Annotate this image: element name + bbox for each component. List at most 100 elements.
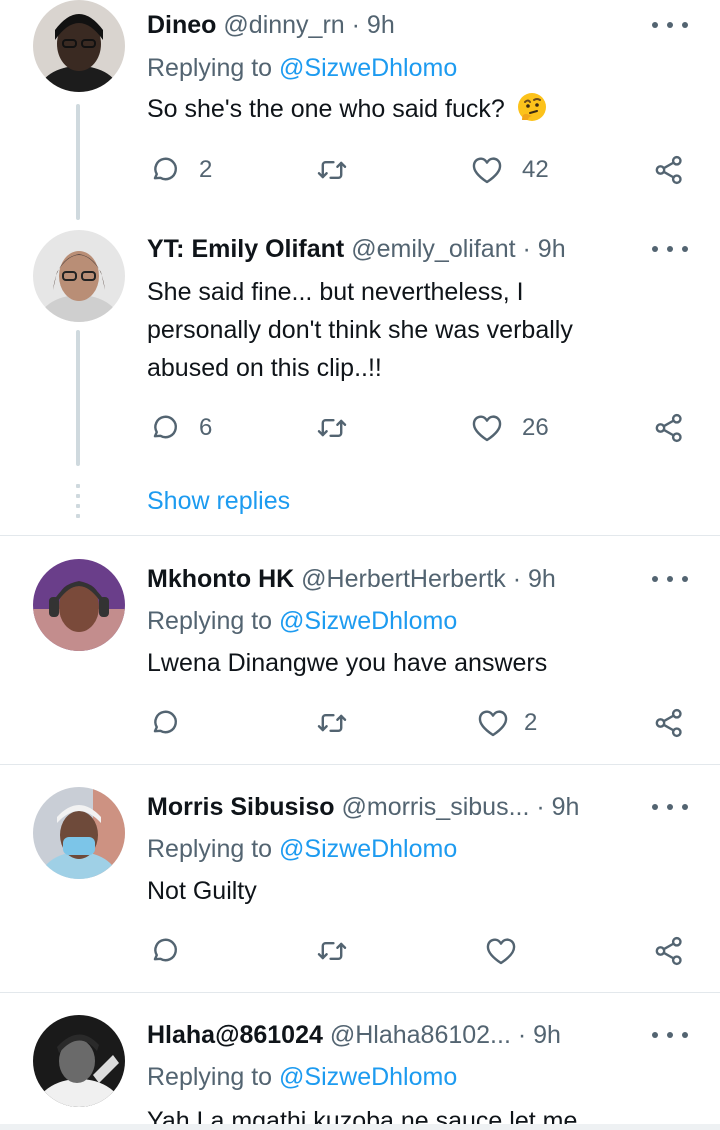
thread-line (76, 330, 80, 466)
timestamp[interactable]: 9h (367, 11, 395, 39)
timestamp[interactable]: 9h (533, 1021, 561, 1049)
mention-link[interactable]: @SizweDhlomo (279, 54, 457, 82)
tweet[interactable]: YT: Emily Olifant @emily_olifant · 9h Sh… (0, 225, 720, 533)
tweet-text-line: She said fine... but nevertheless, I (147, 278, 524, 306)
timestamp[interactable]: 9h (552, 793, 580, 821)
retweet-button[interactable] (315, 411, 349, 445)
reply-icon (147, 411, 181, 445)
tweet-header: YT: Emily Olifant @emily_olifant · 9h (147, 232, 610, 266)
reply-count: 2 (199, 156, 213, 183)
share-icon (652, 153, 686, 187)
replying-label: Replying to (147, 607, 273, 635)
heart-icon (476, 706, 510, 740)
user-handle[interactable]: @Hlaha86102... (330, 1021, 511, 1049)
tweet-text: So she's the one who said fuck? (147, 90, 667, 128)
replying-label: Replying to (147, 54, 273, 82)
tweet-text: She said fine... but nevertheless, I per… (147, 273, 667, 387)
tweet-text-line: personally don't think she was verbally (147, 316, 573, 344)
like-button[interactable]: 26 (470, 411, 549, 445)
thread-line (76, 104, 80, 220)
tweet-header: Morris Sibusiso @morris_sibus... · 9h (147, 790, 610, 824)
tweet-text: Not Guilty (147, 872, 667, 910)
tweet-text: Yah La mgathi kuzoba ne sauce let me (147, 1102, 667, 1124)
user-handle[interactable]: @dinny_rn (223, 11, 344, 39)
mention-link[interactable]: @SizweDhlomo (279, 607, 457, 635)
show-replies-link[interactable]: Show replies (147, 484, 290, 518)
tweet-text: Lwena Dinangwe you have answers (147, 644, 667, 682)
reply-icon (147, 706, 181, 740)
replying-to: Replying to @SizweDhlomo (147, 1060, 457, 1094)
replying-to: Replying to @SizweDhlomo (147, 604, 457, 638)
share-button[interactable] (652, 934, 686, 968)
more-icon[interactable] (652, 567, 688, 591)
retweet-button[interactable] (315, 153, 349, 187)
tweet-text-content: Lwena Dinangwe you have answers (147, 649, 548, 677)
separator: · (522, 235, 531, 263)
tweet-header: Mkhonto HK @HerbertHerbertk · 9h (147, 562, 610, 596)
display-name[interactable]: Mkhonto HK (147, 565, 294, 593)
user-handle[interactable]: @morris_sibus... (342, 793, 530, 821)
tweet-header: Hlaha@861024 @Hlaha86102... · 9h (147, 1018, 610, 1052)
separator: · (512, 565, 522, 593)
retweet-icon (315, 706, 349, 740)
heart-icon (470, 153, 504, 187)
retweet-icon (315, 153, 349, 187)
tweet[interactable]: Morris Sibusiso @morris_sibus... · 9h Re… (0, 765, 720, 991)
display-name[interactable]: Morris Sibusiso (147, 793, 335, 821)
tweet-text-content: Yah La mgathi kuzoba ne sauce let me (147, 1107, 578, 1124)
display-name[interactable]: Hlaha@861024 (147, 1021, 323, 1049)
user-handle[interactable]: @HerbertHerbertk (301, 565, 506, 593)
reply-icon (147, 934, 181, 968)
bottom-edge (0, 1124, 720, 1130)
reply-button[interactable]: 2 (147, 153, 212, 187)
avatar[interactable] (33, 787, 125, 879)
avatar[interactable] (33, 0, 125, 92)
like-button[interactable]: 42 (470, 153, 549, 187)
separator: · (536, 793, 545, 821)
share-button[interactable] (652, 706, 686, 740)
separator: · (351, 11, 360, 39)
retweet-button[interactable] (315, 934, 349, 968)
retweet-button[interactable] (315, 706, 349, 740)
retweet-icon (315, 934, 349, 968)
thinking-face-icon (517, 93, 546, 121)
display-name[interactable]: YT: Emily Olifant (147, 235, 344, 263)
share-icon (652, 706, 686, 740)
reply-button[interactable] (147, 934, 181, 968)
reply-button[interactable]: 6 (147, 411, 212, 445)
like-count: 26 (522, 414, 549, 441)
heart-icon (484, 934, 518, 968)
more-icon[interactable] (652, 795, 688, 819)
heart-icon (470, 411, 504, 445)
more-icon[interactable] (652, 13, 688, 37)
reply-icon (147, 153, 181, 187)
like-count: 42 (522, 156, 549, 183)
replying-label: Replying to (147, 835, 273, 863)
display-name[interactable]: Dineo (147, 11, 216, 39)
like-button[interactable] (484, 934, 518, 968)
tweet[interactable]: Mkhonto HK @HerbertHerbertk · 9h Replyin… (0, 536, 720, 764)
tweet[interactable]: Hlaha@861024 @Hlaha86102... · 9h Replyin… (0, 993, 720, 1124)
avatar[interactable] (33, 559, 125, 651)
retweet-icon (315, 411, 349, 445)
reply-button[interactable] (147, 706, 181, 740)
mention-link[interactable]: @SizweDhlomo (279, 1063, 457, 1091)
more-icon[interactable] (652, 237, 688, 261)
replying-label: Replying to (147, 1063, 273, 1091)
separator: · (517, 1021, 527, 1049)
avatar[interactable] (33, 1015, 125, 1107)
tweet-text-content: So she's the one who said fuck? (147, 95, 505, 123)
share-button[interactable] (652, 153, 686, 187)
tweet-text-line: abused on this clip..!! (147, 354, 382, 382)
thread-dots (76, 484, 80, 524)
avatar[interactable] (33, 230, 125, 322)
mention-link[interactable]: @SizweDhlomo (279, 835, 457, 863)
tweet[interactable]: Dineo @dinny_rn · 9h Replying to @SizweD… (0, 0, 720, 225)
like-button[interactable]: 2 (476, 706, 537, 740)
user-handle[interactable]: @emily_olifant (351, 235, 515, 263)
timestamp[interactable]: 9h (538, 235, 566, 263)
more-icon[interactable] (652, 1023, 688, 1047)
share-button[interactable] (652, 411, 686, 445)
replying-to: Replying to @SizweDhlomo (147, 832, 457, 866)
timestamp[interactable]: 9h (528, 565, 556, 593)
